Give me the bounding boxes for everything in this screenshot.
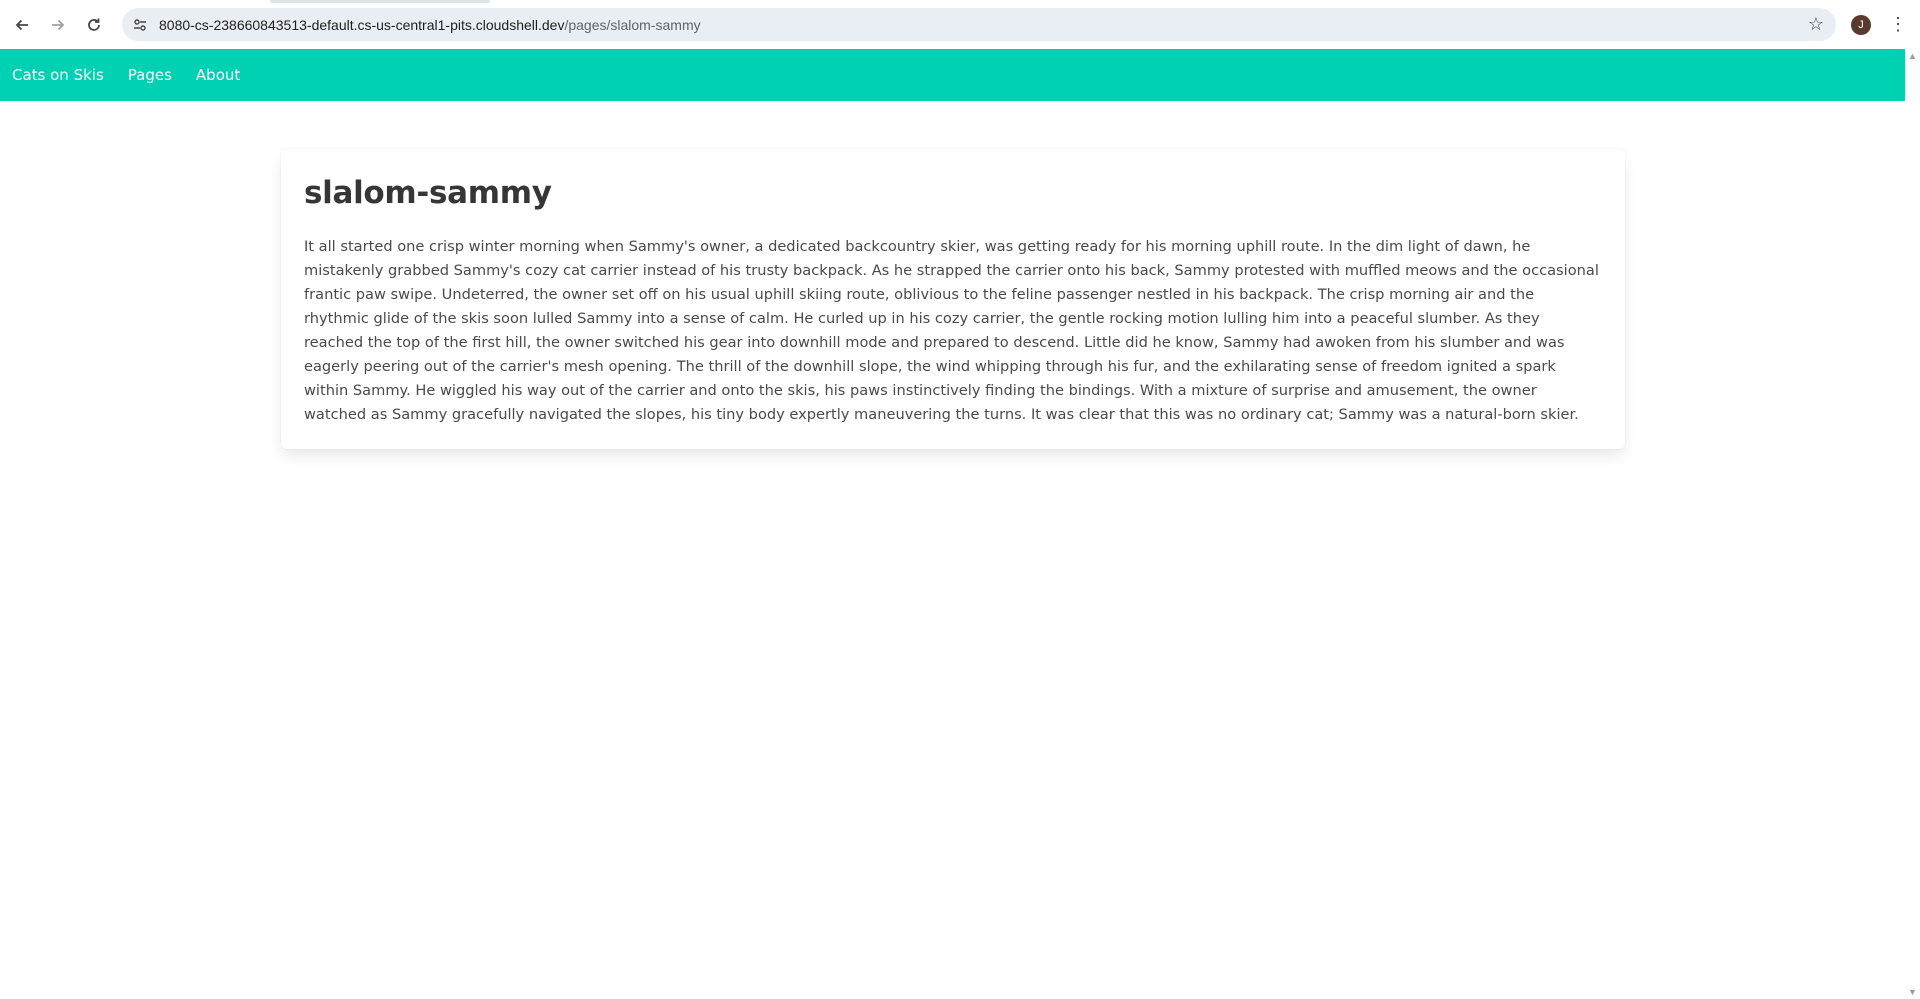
menu-dots-icon[interactable]: ⋮ bbox=[1888, 12, 1908, 36]
bookmark-star-icon[interactable]: ☆ bbox=[1808, 14, 1824, 35]
nav-link-pages[interactable]: Pages bbox=[116, 49, 184, 101]
url-host: 8080-cs-238660843513-default.cs-us-centr… bbox=[159, 16, 565, 33]
url-path: /pages/slalom-sammy bbox=[564, 16, 701, 33]
scroll-down-icon[interactable]: ▼ bbox=[1905, 985, 1920, 999]
url-text: 8080-cs-238660843513-default.cs-us-centr… bbox=[159, 17, 701, 33]
page-title: slalom-sammy bbox=[304, 175, 552, 211]
address-bar[interactable]: 8080-cs-238660843513-default.cs-us-centr… bbox=[122, 8, 1836, 41]
content-card: slalom-sammy It all started one crisp wi… bbox=[281, 149, 1625, 449]
page-body-text: It all started one crisp winter morning … bbox=[304, 238, 1599, 423]
forward-icon[interactable] bbox=[40, 7, 76, 43]
profile-avatar[interactable]: J bbox=[1851, 15, 1871, 35]
reload-icon[interactable] bbox=[76, 7, 112, 43]
page-scrollbar[interactable]: ▲ ▼ bbox=[1905, 49, 1920, 999]
active-tab-indicator bbox=[270, 0, 490, 3]
browser-toolbar: 8080-cs-238660843513-default.cs-us-centr… bbox=[0, 0, 1920, 49]
back-icon[interactable] bbox=[4, 7, 40, 43]
nav-link-about[interactable]: About bbox=[184, 49, 252, 101]
site-navbar: Cats on Skis Pages About bbox=[0, 49, 1905, 101]
scroll-up-icon[interactable]: ▲ bbox=[1905, 49, 1920, 63]
site-info-icon[interactable] bbox=[125, 10, 155, 40]
navbar-brand-link[interactable]: Cats on Skis bbox=[0, 49, 116, 101]
